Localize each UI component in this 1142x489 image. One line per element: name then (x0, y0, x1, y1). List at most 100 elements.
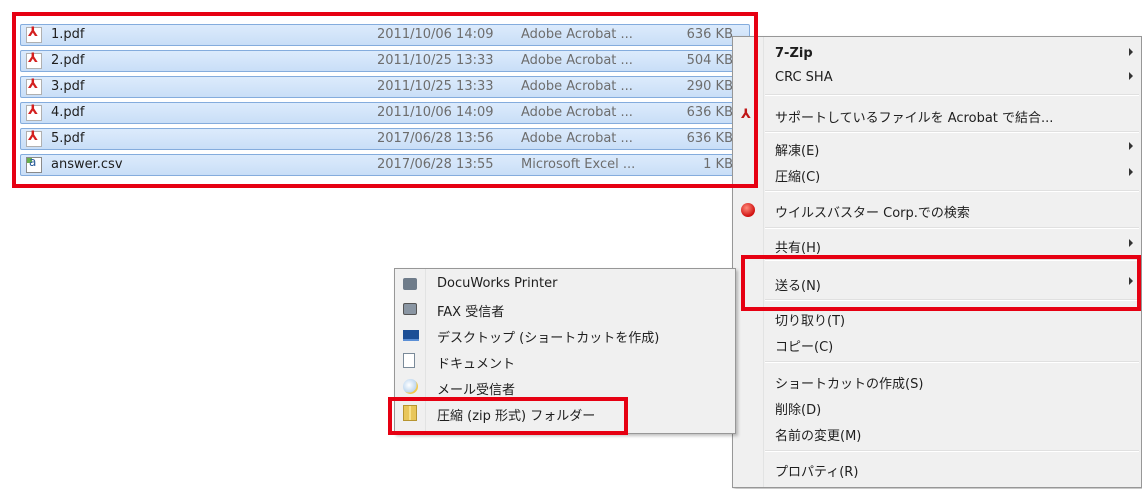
file-type: Adobe Acrobat ... (521, 53, 633, 68)
file-row-4[interactable]: 4.pdf 2011/10/06 14:09 Adobe Acrobat ...… (20, 102, 750, 124)
fax-icon (403, 303, 417, 315)
file-date: 2017/06/28 13:56 (377, 131, 494, 146)
menu-separator (765, 94, 1139, 96)
menu-item-extract[interactable]: 解凍(E) (733, 137, 1141, 159)
submenu-arrow-icon (1129, 48, 1133, 56)
pdf-icon (26, 25, 42, 43)
menu-item-label: 圧縮 (zip 形式) フォルダー (437, 409, 596, 424)
menu-item-copy[interactable]: コピー(C) (733, 333, 1141, 355)
menu-separator (765, 361, 1139, 363)
virusbuster-icon (741, 203, 755, 217)
menu-separator (765, 227, 1139, 229)
menu-separator (765, 299, 1139, 301)
menu-item-label: 名前の変更(M) (775, 429, 862, 444)
menu-item-label: 削除(D) (775, 403, 822, 418)
file-name: 5.pdf (51, 131, 85, 146)
menu-item-compress[interactable]: 圧縮(C) (733, 163, 1141, 185)
file-date: 2011/10/25 13:33 (377, 79, 494, 94)
send-to-submenu: DocuWorks Printer FAX 受信者 デスクトップ (ショートカッ… (394, 268, 736, 434)
pdf-icon (26, 77, 42, 95)
menu-item-create-shortcut[interactable]: ショートカットの作成(S) (733, 370, 1141, 392)
send-to-mail-recipient[interactable]: メール受信者 (395, 376, 735, 398)
file-name: answer.csv (51, 157, 123, 172)
file-row-3[interactable]: 3.pdf 2011/10/25 13:33 Adobe Acrobat ...… (20, 76, 750, 98)
menu-item-label: ドキュメント (437, 357, 516, 372)
pdf-icon (26, 51, 42, 69)
submenu-arrow-icon (1129, 239, 1133, 247)
menu-item-label: FAX 受信者 (437, 305, 505, 320)
zip-folder-icon (403, 405, 417, 421)
file-type: Microsoft Excel ... (521, 157, 636, 172)
menu-item-label: サポートしているファイルを Acrobat で結合... (775, 111, 1054, 126)
menu-item-label: デスクトップ (ショートカットを作成) (437, 331, 660, 346)
menu-item-label: メール受信者 (437, 383, 516, 398)
desktop-icon (403, 330, 419, 341)
menu-item-rename[interactable]: 名前の変更(M) (733, 422, 1141, 444)
document-icon (403, 353, 415, 368)
send-to-docuworks-printer[interactable]: DocuWorks Printer (395, 273, 735, 295)
file-size: 1 KB (703, 157, 733, 172)
menu-item-label: ウイルスバスター Corp.での検索 (775, 206, 970, 221)
file-list: 1.pdf 2011/10/06 14:09 Adobe Acrobat ...… (20, 24, 750, 180)
menu-item-label: プロパティ(R) (775, 465, 859, 480)
file-size: 636 KB (686, 27, 733, 42)
menu-item-label: 送る(N) (775, 279, 821, 294)
send-to-zip-folder[interactable]: 圧縮 (zip 形式) フォルダー (395, 402, 735, 424)
menu-separator (765, 259, 1139, 261)
menu-item-crc-sha[interactable]: CRC SHA (733, 67, 1141, 89)
file-type: Adobe Acrobat ... (521, 105, 633, 120)
pdf-icon (26, 129, 42, 147)
menu-item-share[interactable]: 共有(H) (733, 234, 1141, 256)
menu-item-label: DocuWorks Printer (437, 276, 558, 291)
menu-item-7zip[interactable]: 7-Zip (733, 43, 1141, 65)
file-row-2[interactable]: 2.pdf 2011/10/25 13:33 Adobe Acrobat ...… (20, 50, 750, 72)
menu-item-send-to[interactable]: 送る(N) (733, 272, 1141, 294)
send-to-desktop[interactable]: デスクトップ (ショートカットを作成) (395, 324, 735, 346)
context-menu: 7-Zip CRC SHA ⅄ サポートしているファイルを Acrobat で結… (732, 36, 1142, 488)
menu-item-label: 共有(H) (775, 241, 821, 256)
menu-item-label: コピー(C) (775, 340, 834, 355)
file-size: 290 KB (686, 79, 733, 94)
send-to-documents[interactable]: ドキュメント (395, 350, 735, 372)
menu-item-label: 切り取り(T) (775, 314, 846, 329)
file-name: 3.pdf (51, 79, 85, 94)
file-type: Adobe Acrobat ... (521, 79, 633, 94)
file-row-1[interactable]: 1.pdf 2011/10/06 14:09 Adobe Acrobat ...… (20, 24, 750, 46)
file-date: 2017/06/28 13:55 (377, 157, 494, 172)
file-row-6[interactable]: a answer.csv 2017/06/28 13:55 Microsoft … (20, 154, 750, 176)
file-name: 1.pdf (51, 27, 85, 42)
printer-icon (403, 278, 417, 290)
menu-item-delete[interactable]: 削除(D) (733, 396, 1141, 418)
send-to-fax[interactable]: FAX 受信者 (395, 298, 735, 320)
menu-item-cut[interactable]: 切り取り(T) (733, 307, 1141, 329)
submenu-arrow-icon (1129, 72, 1133, 80)
menu-item-label: ショートカットの作成(S) (775, 377, 924, 392)
menu-item-label: CRC SHA (775, 70, 833, 85)
submenu-arrow-icon (1129, 142, 1133, 150)
menu-item-label: 7-Zip (775, 46, 813, 61)
menu-separator (765, 190, 1139, 192)
file-date: 2011/10/25 13:33 (377, 53, 494, 68)
menu-item-properties[interactable]: プロパティ(R) (733, 458, 1141, 480)
menu-separator (765, 450, 1139, 452)
menu-item-label: 圧縮(C) (775, 170, 821, 185)
acrobat-icon: ⅄ (741, 107, 751, 122)
file-date: 2011/10/06 14:09 (377, 27, 494, 42)
file-name: 2.pdf (51, 53, 85, 68)
file-row-5[interactable]: 5.pdf 2017/06/28 13:56 Adobe Acrobat ...… (20, 128, 750, 150)
pdf-icon (26, 103, 42, 121)
file-name: 4.pdf (51, 105, 85, 120)
submenu-arrow-icon (1129, 168, 1133, 176)
file-size: 636 KB (686, 105, 733, 120)
submenu-arrow-icon (1129, 277, 1133, 285)
menu-item-virusbuster-scan[interactable]: ウイルスバスター Corp.での検索 (733, 199, 1141, 221)
file-type: Adobe Acrobat ... (521, 27, 633, 42)
file-date: 2011/10/06 14:09 (377, 105, 494, 120)
file-size: 504 KB (686, 53, 733, 68)
menu-item-label: 解凍(E) (775, 144, 820, 159)
csv-icon: a (26, 155, 42, 173)
file-size: 636 KB (686, 131, 733, 146)
mail-icon (403, 379, 418, 394)
file-type: Adobe Acrobat ... (521, 131, 633, 146)
menu-item-acrobat-combine[interactable]: ⅄ サポートしているファイルを Acrobat で結合... (733, 104, 1141, 126)
